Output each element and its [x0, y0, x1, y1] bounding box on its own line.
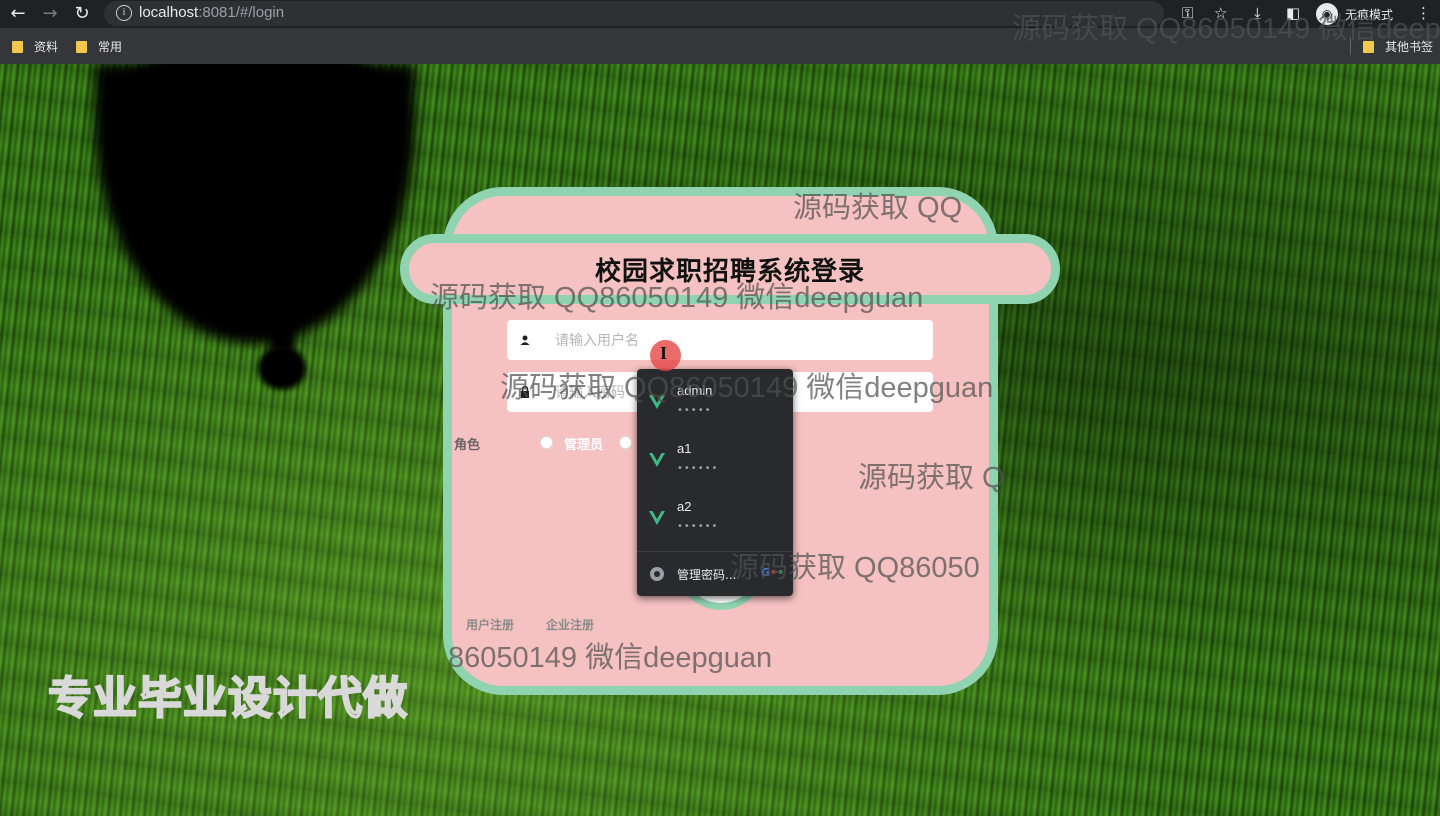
user-register-link[interactable]: 用户注册: [466, 616, 514, 633]
watermark-text: 源码获取 QQ86050149 微信deepguan: [500, 372, 994, 404]
watermark-text: 源码获取 QQ86050149 微信deepguan: [430, 282, 924, 314]
reload-icon[interactable]: ↻: [70, 3, 94, 25]
saved-account-item[interactable]: a1 ••••••: [637, 427, 793, 483]
company-register-link[interactable]: 企业注册: [546, 616, 594, 633]
user-icon: [520, 335, 530, 345]
address-bar[interactable]: i localhost:8081/#/login: [104, 1, 1164, 26]
saved-password-mask: •••••: [677, 405, 712, 416]
saved-account-item[interactable]: a2 ••••••: [637, 485, 793, 541]
url-text[interactable]: localhost:8081/#/login: [139, 4, 284, 21]
saved-password-mask: ••••••: [677, 463, 719, 474]
watermark-text: 86050149 微信deepguan: [448, 642, 773, 674]
role-label: 角色: [454, 438, 481, 453]
watermark-text: 源码获取 QQ86050149 微信deepguan: [1012, 13, 1440, 45]
watermark-ad-text: 专业毕业设计代做: [47, 672, 408, 725]
saved-password-mask: ••••••: [677, 521, 719, 532]
balloon-basket-shadow: [258, 346, 306, 390]
bookmark-folder[interactable]: 常用: [76, 38, 122, 55]
role-radio-other[interactable]: [619, 436, 632, 449]
forward-icon[interactable]: →: [38, 3, 62, 25]
vue-logo-icon: [649, 453, 665, 467]
chrome-icon: [650, 567, 664, 581]
username-field[interactable]: [507, 320, 933, 362]
watermark-text: 源码获取 QQ: [793, 192, 963, 224]
username-input[interactable]: [553, 320, 927, 362]
watermark-text: 源码获取 QQ86050: [730, 552, 980, 584]
vue-logo-icon: [649, 511, 665, 525]
bookmark-label: 常用: [98, 40, 123, 54]
watermark-text: 源码获取 Q: [858, 462, 1005, 494]
saved-username: a2: [677, 499, 692, 514]
url-path: :8081/#/login: [198, 4, 285, 21]
text-cursor-icon: I: [660, 343, 668, 363]
site-info-icon[interactable]: i: [116, 5, 132, 21]
role-radio-admin[interactable]: [540, 436, 553, 449]
saved-username: a1: [677, 441, 692, 456]
back-icon[interactable]: ←: [6, 3, 30, 25]
folder-icon: [12, 40, 23, 53]
balloon-rope-shadow: [270, 300, 294, 352]
folder-icon: [76, 40, 87, 53]
url-host: localhost: [139, 4, 199, 21]
manage-passwords-link[interactable]: 管理密码...: [677, 566, 736, 583]
bookmark-folder[interactable]: 资料: [12, 38, 58, 55]
bookmark-label: 资料: [34, 40, 59, 54]
role-option-label: 管理员: [564, 438, 604, 453]
